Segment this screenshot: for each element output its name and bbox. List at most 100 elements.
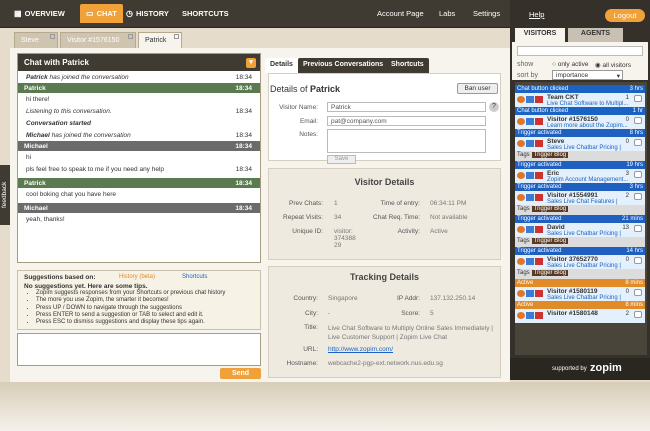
browser-icon	[517, 194, 525, 201]
details-panel: Details Previous Conversations Shortcuts…	[265, 54, 505, 378]
browser-icon	[517, 226, 525, 233]
help-icon[interactable]: ?	[489, 102, 499, 112]
nav-overview[interactable]: ▦ OVERVIEW	[14, 9, 65, 18]
visitor-item[interactable]: Trigger activated 19 hrs Eric 3 Zopim Accoun…	[515, 161, 645, 183]
message-text: hi there!	[26, 96, 50, 103]
os-icon	[526, 172, 534, 179]
tab-details[interactable]: Details	[265, 58, 298, 73]
notes-field[interactable]	[327, 129, 486, 153]
chat-event: Patrick has joined the conversation 18:34	[26, 74, 252, 81]
os-icon	[526, 312, 534, 319]
visitor-item[interactable]: Trigger activated 8 hrs Steve 0 Sales Live C…	[515, 129, 645, 161]
sort-select[interactable]: importance ▾	[552, 70, 623, 80]
flag-icon	[535, 226, 543, 233]
message-sender: Michael 18:34	[18, 141, 260, 151]
flag-icon	[535, 172, 543, 179]
flag-icon	[535, 96, 543, 103]
visitor-status: Chat button clicked 3 hrs	[515, 85, 645, 93]
flag-icon	[535, 290, 543, 297]
ban-user-button[interactable]: Ban user	[457, 83, 498, 94]
all-visitors-radio[interactable]: ◉ all visitors	[595, 61, 631, 69]
close-icon[interactable]	[174, 34, 179, 39]
visitor-row[interactable]: Visitor #1576150 0 Learn more about the Zo…	[515, 115, 645, 129]
nav-history[interactable]: ◷ HISTORY	[126, 9, 169, 18]
visitor-item[interactable]: Active 8 mins Visitor #1580119 0 Sales Live …	[515, 279, 645, 301]
visitor-row[interactable]: Visitor #1554991 2 Sales Live Chat Feature…	[515, 191, 645, 205]
os-icon	[526, 140, 534, 147]
browser-icon	[517, 312, 525, 319]
chat-bubble-icon: ▭	[86, 9, 94, 18]
visitor-search-input[interactable]	[517, 46, 643, 56]
visitor-status: Trigger activated 8 hrs	[515, 129, 645, 137]
chat-bubble-icon	[634, 193, 642, 200]
visitor-item[interactable]: Trigger activated 14 hrs Visitor 37652770 0…	[515, 247, 645, 279]
tab-previous-conversations[interactable]: Previous Conversations	[298, 58, 389, 73]
chat-tab-steve[interactable]: Steve	[14, 32, 58, 48]
visitor-item[interactable]: Trigger activated 3 hrs Visitor #1554991 2 S…	[515, 183, 645, 215]
nav-chat[interactable]: ▭ CHAT	[80, 4, 123, 23]
visitor-row[interactable]: Team CKT 1 Live Chat Software to Multipl..…	[515, 93, 645, 107]
tips-list: Zopim suggests responses from your Short…	[36, 290, 254, 326]
top-nav-bar: ▦ OVERVIEW ▭ CHAT ◷ HISTORY SHORTCUTS Accou…	[0, 0, 510, 28]
send-button[interactable]: Send	[220, 368, 261, 379]
tab-agents[interactable]: AGENTS	[568, 28, 623, 42]
chat-window: Chat with Patrick ▾ Patrick has joined th…	[17, 53, 261, 263]
tab-shortcuts[interactable]: Shortcuts	[386, 58, 429, 73]
visitor-status: Active 8 mins	[515, 279, 645, 287]
os-icon	[526, 290, 534, 297]
only-active-radio[interactable]: ○ only active	[552, 61, 588, 68]
chat-event: Michael has joined the conversation 18:34	[26, 132, 252, 139]
grid-icon: ▦	[14, 9, 22, 18]
feedback-tab[interactable]: feedback	[0, 165, 10, 225]
pin-icon[interactable]: ▾	[246, 58, 256, 68]
tab-visitors[interactable]: VISITORS	[515, 28, 565, 42]
visitor-row[interactable]: Eric 3 Zopim Account Management...	[515, 169, 645, 183]
flag-icon	[535, 258, 543, 265]
shortcuts-option[interactable]: Shortcuts	[182, 274, 207, 280]
visitor-tags: Tags Trigger Blog	[515, 151, 645, 161]
nav-account-page[interactable]: Account Page	[377, 9, 424, 18]
visitor-row[interactable]: David 13 Sales Live Chatbar Pricing |	[515, 223, 645, 237]
chat-bubble-icon	[634, 257, 642, 264]
url-link[interactable]: http://www.zopim.com/	[328, 346, 393, 353]
brand-footer: supported by zopim	[510, 358, 650, 380]
chevron-down-icon: ▾	[616, 73, 620, 80]
nav-shortcuts[interactable]: SHORTCUTS	[182, 9, 229, 18]
email-field[interactable]: pat@company.com	[327, 116, 486, 126]
logout-button[interactable]: Logout	[605, 9, 645, 22]
nav-labs[interactable]: Labs	[439, 9, 455, 18]
message-text: hi	[26, 154, 32, 161]
visitor-row[interactable]: Visitor #1580119 0 Sales Live Chatbar Pric…	[515, 287, 645, 301]
chat-header: Chat with Patrick ▾	[18, 54, 260, 71]
os-icon	[526, 96, 534, 103]
visitor-row[interactable]: Steve 0 Sales Live Chatbar Pricing |	[515, 137, 645, 151]
close-icon[interactable]	[128, 34, 133, 39]
visitor-status: Trigger activated 3 hrs	[515, 183, 645, 191]
visitor-name-field[interactable]: Patrick	[327, 102, 486, 112]
visitor-row[interactable]: Visitor 37652770 0 Sales Live Chatbar Pric…	[515, 255, 645, 269]
chat-bubble-icon	[634, 311, 642, 318]
browser-icon	[517, 96, 525, 103]
visitor-tags: Tags Trigger Blog	[515, 205, 645, 215]
os-icon	[526, 194, 534, 201]
chat-bubble-icon	[634, 139, 642, 146]
chat-event: Conversation started	[26, 120, 92, 127]
visitor-row[interactable]: Visitor #1580148 2	[515, 309, 645, 323]
save-button[interactable]: Save	[327, 155, 356, 164]
chat-tab-visitor[interactable]: Visitor #1576150	[60, 32, 136, 48]
visitor-item[interactable]: Chat button clicked 3 hrs Team CKT 1 Live Ch…	[515, 85, 645, 107]
visitor-status: Trigger activated 19 hrs	[515, 161, 645, 169]
visitor-item[interactable]: Chat button clicked 1 hr Visitor #1576150 0…	[515, 107, 645, 129]
chat-bubble-icon	[634, 95, 642, 102]
browser-icon	[517, 118, 525, 125]
chat-tabs: Steve Visitor #1576150 Patrick	[10, 30, 510, 48]
visitor-item[interactable]: Active 8 mins Visitor #1580148 2	[515, 301, 645, 323]
help-link[interactable]: Help	[529, 10, 544, 19]
nav-settings[interactable]: Settings	[473, 9, 500, 18]
suggestions-panel: Suggestions based on: History (beta) Short…	[17, 270, 261, 330]
history-option[interactable]: History (beta)	[119, 274, 155, 280]
visitor-item[interactable]: Trigger activated 21 mins David 13 Sales Liv…	[515, 215, 645, 247]
message-input[interactable]	[17, 333, 261, 366]
chat-tab-patrick[interactable]: Patrick	[138, 32, 182, 48]
close-icon[interactable]	[50, 34, 55, 39]
